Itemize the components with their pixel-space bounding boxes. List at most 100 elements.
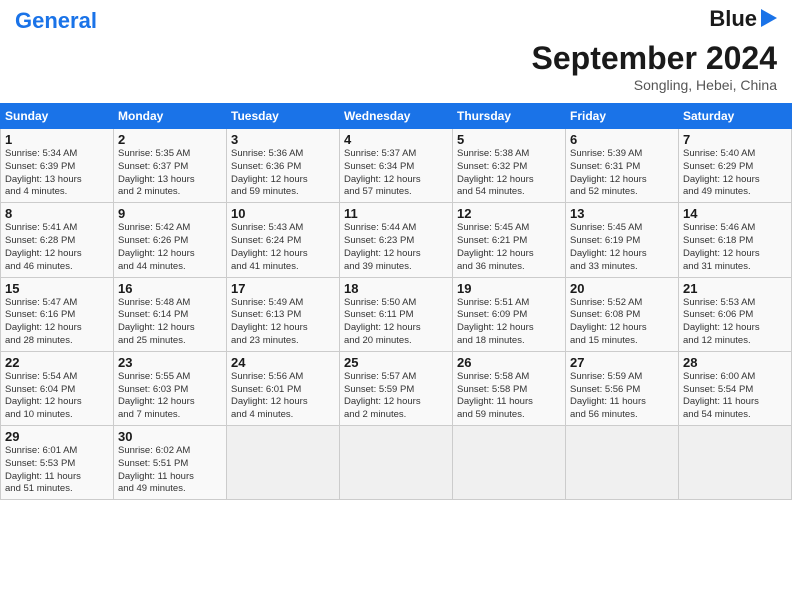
calendar-cell: 10Sunrise: 5:43 AMSunset: 6:24 PMDayligh… xyxy=(227,203,340,277)
day-number: 25 xyxy=(344,355,448,370)
day-detail: Sunrise: 5:37 AMSunset: 6:34 PMDaylight:… xyxy=(344,148,448,199)
day-number: 22 xyxy=(5,355,109,370)
day-detail: Sunrise: 5:59 AMSunset: 5:56 PMDaylight:… xyxy=(570,371,674,422)
day-detail: Sunrise: 5:42 AMSunset: 6:26 PMDaylight:… xyxy=(118,222,222,273)
day-detail: Sunrise: 5:47 AMSunset: 6:16 PMDaylight:… xyxy=(5,297,109,348)
day-detail: Sunrise: 5:58 AMSunset: 5:58 PMDaylight:… xyxy=(457,371,561,422)
table-row: 22Sunrise: 5:54 AMSunset: 6:04 PMDayligh… xyxy=(1,351,792,425)
calendar-cell: 14Sunrise: 5:46 AMSunset: 6:18 PMDayligh… xyxy=(679,203,792,277)
day-number: 15 xyxy=(5,281,109,296)
day-detail: Sunrise: 5:54 AMSunset: 6:04 PMDaylight:… xyxy=(5,371,109,422)
day-detail: Sunrise: 5:39 AMSunset: 6:31 PMDaylight:… xyxy=(570,148,674,199)
day-detail: Sunrise: 5:34 AMSunset: 6:39 PMDaylight:… xyxy=(5,148,109,199)
day-detail: Sunrise: 5:40 AMSunset: 6:29 PMDaylight:… xyxy=(683,148,787,199)
logo: General xyxy=(15,10,97,32)
day-number: 12 xyxy=(457,206,561,221)
day-detail: Sunrise: 5:55 AMSunset: 6:03 PMDaylight:… xyxy=(118,371,222,422)
day-detail: Sunrise: 5:57 AMSunset: 5:59 PMDaylight:… xyxy=(344,371,448,422)
calendar-cell: 13Sunrise: 5:45 AMSunset: 6:19 PMDayligh… xyxy=(566,203,679,277)
calendar-cell: 25Sunrise: 5:57 AMSunset: 5:59 PMDayligh… xyxy=(340,351,453,425)
day-number: 23 xyxy=(118,355,222,370)
calendar-cell: 28Sunrise: 6:00 AMSunset: 5:54 PMDayligh… xyxy=(679,351,792,425)
title-block: September 2024 Songling, Hebei, China xyxy=(15,40,777,93)
day-number: 17 xyxy=(231,281,335,296)
day-number: 14 xyxy=(683,206,787,221)
calendar-cell: 1Sunrise: 5:34 AMSunset: 6:39 PMDaylight… xyxy=(1,129,114,203)
calendar-cell: 26Sunrise: 5:58 AMSunset: 5:58 PMDayligh… xyxy=(453,351,566,425)
day-number: 10 xyxy=(231,206,335,221)
calendar-cell: 2Sunrise: 5:35 AMSunset: 6:37 PMDaylight… xyxy=(114,129,227,203)
day-detail: Sunrise: 5:52 AMSunset: 6:08 PMDaylight:… xyxy=(570,297,674,348)
table-row: 15Sunrise: 5:47 AMSunset: 6:16 PMDayligh… xyxy=(1,277,792,351)
calendar-cell: 12Sunrise: 5:45 AMSunset: 6:21 PMDayligh… xyxy=(453,203,566,277)
day-detail: Sunrise: 5:46 AMSunset: 6:18 PMDaylight:… xyxy=(683,222,787,273)
day-number: 2 xyxy=(118,132,222,147)
day-number: 7 xyxy=(683,132,787,147)
day-number: 21 xyxy=(683,281,787,296)
day-number: 19 xyxy=(457,281,561,296)
day-detail: Sunrise: 5:44 AMSunset: 6:23 PMDaylight:… xyxy=(344,222,448,273)
calendar-cell: 9Sunrise: 5:42 AMSunset: 6:26 PMDaylight… xyxy=(114,203,227,277)
table-row: 8Sunrise: 5:41 AMSunset: 6:28 PMDaylight… xyxy=(1,203,792,277)
calendar-cell: 21Sunrise: 5:53 AMSunset: 6:06 PMDayligh… xyxy=(679,277,792,351)
calendar-cell: 7Sunrise: 5:40 AMSunset: 6:29 PMDaylight… xyxy=(679,129,792,203)
day-number: 13 xyxy=(570,206,674,221)
location: Songling, Hebei, China xyxy=(15,77,777,93)
day-number: 1 xyxy=(5,132,109,147)
day-number: 4 xyxy=(344,132,448,147)
day-number: 11 xyxy=(344,206,448,221)
day-number: 9 xyxy=(118,206,222,221)
header: General Blue xyxy=(15,10,777,32)
calendar-cell: 20Sunrise: 5:52 AMSunset: 6:08 PMDayligh… xyxy=(566,277,679,351)
day-detail: Sunrise: 6:00 AMSunset: 5:54 PMDaylight:… xyxy=(683,371,787,422)
day-detail: Sunrise: 5:49 AMSunset: 6:13 PMDaylight:… xyxy=(231,297,335,348)
day-detail: Sunrise: 5:48 AMSunset: 6:14 PMDaylight:… xyxy=(118,297,222,348)
table-row: 29Sunrise: 6:01 AMSunset: 5:53 PMDayligh… xyxy=(1,426,792,500)
day-detail: Sunrise: 5:53 AMSunset: 6:06 PMDaylight:… xyxy=(683,297,787,348)
day-number: 20 xyxy=(570,281,674,296)
day-detail: Sunrise: 5:45 AMSunset: 6:19 PMDaylight:… xyxy=(570,222,674,273)
day-number: 8 xyxy=(5,206,109,221)
col-sunday: Sunday xyxy=(1,104,114,129)
day-detail: Sunrise: 6:02 AMSunset: 5:51 PMDaylight:… xyxy=(118,445,222,496)
calendar-cell: 29Sunrise: 6:01 AMSunset: 5:53 PMDayligh… xyxy=(1,426,114,500)
calendar-cell: 11Sunrise: 5:44 AMSunset: 6:23 PMDayligh… xyxy=(340,203,453,277)
col-saturday: Saturday xyxy=(679,104,792,129)
calendar-cell: 6Sunrise: 5:39 AMSunset: 6:31 PMDaylight… xyxy=(566,129,679,203)
calendar-cell: 30Sunrise: 6:02 AMSunset: 5:51 PMDayligh… xyxy=(114,426,227,500)
calendar-cell: 5Sunrise: 5:38 AMSunset: 6:32 PMDaylight… xyxy=(453,129,566,203)
calendar-cell: 3Sunrise: 5:36 AMSunset: 6:36 PMDaylight… xyxy=(227,129,340,203)
day-number: 30 xyxy=(118,429,222,444)
header-row: SundayMondayTuesdayWednesdayThursdayFrid… xyxy=(1,104,792,129)
calendar-cell: 8Sunrise: 5:41 AMSunset: 6:28 PMDaylight… xyxy=(1,203,114,277)
day-detail: Sunrise: 5:41 AMSunset: 6:28 PMDaylight:… xyxy=(5,222,109,273)
main-container: General Blue September 2024 Songling, He… xyxy=(0,0,792,103)
day-number: 27 xyxy=(570,355,674,370)
logo-text2: Blue xyxy=(709,8,757,30)
calendar-cell xyxy=(566,426,679,500)
calendar-cell: 18Sunrise: 5:50 AMSunset: 6:11 PMDayligh… xyxy=(340,277,453,351)
day-number: 26 xyxy=(457,355,561,370)
day-number: 29 xyxy=(5,429,109,444)
day-detail: Sunrise: 5:56 AMSunset: 6:01 PMDaylight:… xyxy=(231,371,335,422)
logo-arrow-icon xyxy=(761,9,777,27)
col-monday: Monday xyxy=(114,104,227,129)
day-number: 5 xyxy=(457,132,561,147)
calendar-table: SundayMondayTuesdayWednesdayThursdayFrid… xyxy=(0,103,792,500)
calendar-cell: 16Sunrise: 5:48 AMSunset: 6:14 PMDayligh… xyxy=(114,277,227,351)
calendar-cell xyxy=(679,426,792,500)
day-detail: Sunrise: 5:36 AMSunset: 6:36 PMDaylight:… xyxy=(231,148,335,199)
calendar-cell: 17Sunrise: 5:49 AMSunset: 6:13 PMDayligh… xyxy=(227,277,340,351)
calendar-cell: 23Sunrise: 5:55 AMSunset: 6:03 PMDayligh… xyxy=(114,351,227,425)
table-row: 1Sunrise: 5:34 AMSunset: 6:39 PMDaylight… xyxy=(1,129,792,203)
calendar-cell xyxy=(227,426,340,500)
day-detail: Sunrise: 5:43 AMSunset: 6:24 PMDaylight:… xyxy=(231,222,335,273)
day-number: 18 xyxy=(344,281,448,296)
month-title: September 2024 xyxy=(15,40,777,77)
col-thursday: Thursday xyxy=(453,104,566,129)
day-number: 28 xyxy=(683,355,787,370)
col-tuesday: Tuesday xyxy=(227,104,340,129)
logo-text: General xyxy=(15,10,97,32)
day-detail: Sunrise: 5:38 AMSunset: 6:32 PMDaylight:… xyxy=(457,148,561,199)
calendar-cell: 19Sunrise: 5:51 AMSunset: 6:09 PMDayligh… xyxy=(453,277,566,351)
